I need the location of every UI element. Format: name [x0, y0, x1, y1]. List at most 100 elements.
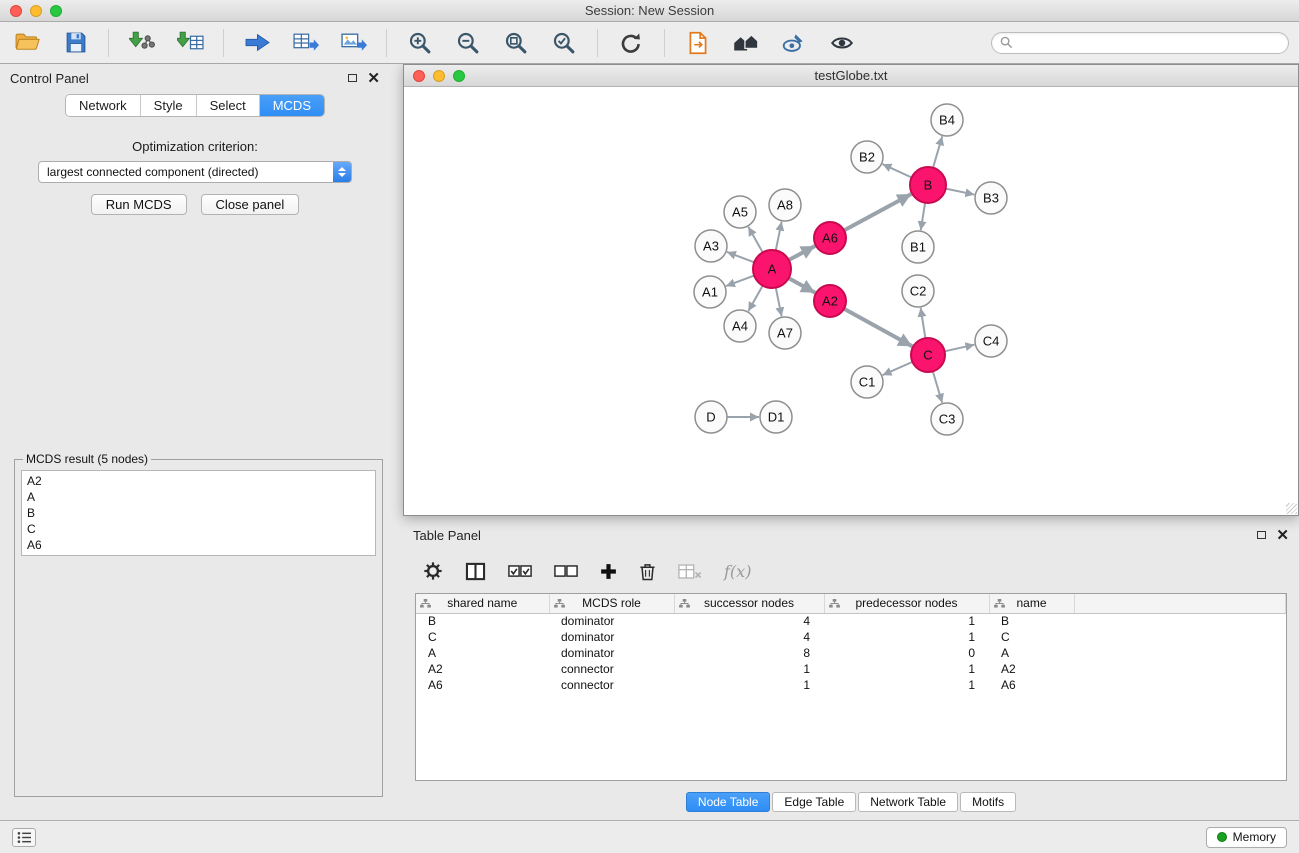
edge-B-B1[interactable]	[921, 203, 925, 230]
select-column-icon[interactable]	[465, 562, 486, 581]
table-cell[interactable]: dominator	[549, 645, 674, 661]
deselect-all-icon[interactable]	[554, 565, 578, 578]
mcds-result-item[interactable]: B	[27, 505, 370, 521]
edge-B-B3[interactable]	[946, 189, 975, 195]
table-cell[interactable]: A2	[989, 661, 1074, 677]
table-row[interactable]: A6connector11A6	[416, 677, 1286, 693]
tab-mcds[interactable]: MCDS	[260, 95, 324, 116]
tab-node-table[interactable]: Node Table	[686, 792, 771, 812]
table-cell[interactable]: 1	[824, 613, 989, 629]
edge-B-B4[interactable]	[933, 136, 942, 167]
table-cell[interactable]: 1	[824, 677, 989, 693]
refresh-layout-icon[interactable]	[614, 27, 648, 59]
add-column-plus-icon[interactable]	[600, 563, 617, 580]
table-cell[interactable]: dominator	[549, 629, 674, 645]
column-header-successor-nodes[interactable]: successor nodes	[674, 594, 824, 613]
select-all-icon[interactable]	[508, 565, 532, 578]
edge-C-C2[interactable]	[921, 308, 926, 338]
edge-C-C4[interactable]	[945, 345, 975, 352]
network-canvas[interactable]: AA6A2BCA1A3A4A5A7A8B1B2B3B4C1C2C3C4DD1	[404, 87, 1298, 515]
table-close-icon[interactable]: ✕	[1276, 528, 1289, 543]
maximize-window-button[interactable]	[50, 5, 62, 17]
edge-A-A2[interactable]	[789, 278, 815, 293]
edge-A-A4[interactable]	[748, 286, 762, 312]
table-cell[interactable]: A	[989, 645, 1074, 661]
import-network-icon[interactable]	[125, 27, 159, 59]
criterion-dropdown[interactable]: largest connected component (directed)	[38, 161, 352, 183]
zoom-fit-icon[interactable]	[499, 27, 533, 59]
run-mcds-button[interactable]: Run MCDS	[91, 194, 187, 215]
table-cell[interactable]: A	[416, 645, 549, 661]
zoom-in-icon[interactable]	[403, 27, 437, 59]
task-history-button[interactable]	[12, 828, 36, 847]
table-row[interactable]: Adominator80A	[416, 645, 1286, 661]
table-cell[interactable]: 4	[674, 613, 824, 629]
column-header-predecessor-nodes[interactable]: predecessor nodes	[824, 594, 989, 613]
table-float-icon[interactable]	[1257, 531, 1266, 539]
edge-B-B2[interactable]	[882, 164, 911, 177]
table-cell[interactable]: A6	[989, 677, 1074, 693]
export-image-icon[interactable]	[336, 27, 370, 59]
network-maximize-button[interactable]	[453, 70, 465, 82]
table-cell[interactable]: C	[416, 629, 549, 645]
style-eye-icon[interactable]	[777, 27, 811, 59]
zoom-out-icon[interactable]	[451, 27, 485, 59]
show-graphics-eye-icon[interactable]	[825, 27, 859, 59]
save-session-icon[interactable]	[58, 27, 92, 59]
table-row[interactable]: Cdominator41C	[416, 629, 1286, 645]
memory-button[interactable]: Memory	[1206, 827, 1287, 848]
open-session-icon[interactable]	[10, 27, 44, 59]
edge-A-A3[interactable]	[727, 252, 754, 262]
tab-network-table[interactable]: Network Table	[858, 792, 958, 812]
minimize-window-button[interactable]	[30, 5, 42, 17]
table-cell[interactable]: dominator	[549, 613, 674, 629]
table-cell[interactable]: connector	[549, 677, 674, 693]
edge-A2-C[interactable]	[844, 309, 912, 347]
tab-edge-table[interactable]: Edge Table	[772, 792, 856, 812]
float-panel-icon[interactable]	[348, 74, 357, 82]
table-settings-gear-icon[interactable]	[423, 561, 443, 581]
edge-A-A6[interactable]	[789, 246, 815, 260]
table-row[interactable]: A2connector11A2	[416, 661, 1286, 677]
table-cell[interactable]: B	[989, 613, 1074, 629]
export-network-icon[interactable]	[240, 27, 274, 59]
table-cell[interactable]: A2	[416, 661, 549, 677]
table-cell[interactable]: 8	[674, 645, 824, 661]
dropdown-stepper-icon[interactable]	[333, 162, 351, 182]
network-close-button[interactable]	[413, 70, 425, 82]
table-cell[interactable]: connector	[549, 661, 674, 677]
table-cell[interactable]: A6	[416, 677, 549, 693]
table-cell[interactable]: 1	[674, 661, 824, 677]
open-session-doc-icon[interactable]	[681, 27, 715, 59]
mcds-result-item[interactable]: A2	[27, 473, 370, 489]
zoom-selected-icon[interactable]	[547, 27, 581, 59]
tab-network[interactable]: Network	[66, 95, 141, 116]
column-header-shared-name[interactable]: shared name	[416, 594, 549, 613]
table-row[interactable]: Bdominator41B	[416, 613, 1286, 629]
tab-style[interactable]: Style	[141, 95, 197, 116]
delete-column-trash-icon[interactable]	[639, 562, 656, 581]
column-header-name[interactable]: name	[989, 594, 1074, 613]
import-table-icon[interactable]	[173, 27, 207, 59]
column-header-mcds-role[interactable]: MCDS role	[549, 594, 674, 613]
mcds-result-item[interactable]: A	[27, 489, 370, 505]
home-view-icon[interactable]	[729, 27, 763, 59]
network-graph[interactable]: AA6A2BCA1A3A4A5A7A8B1B2B3B4C1C2C3C4DD1	[404, 87, 1298, 515]
tab-motifs[interactable]: Motifs	[960, 792, 1016, 812]
close-window-button[interactable]	[10, 5, 22, 17]
mcds-result-item[interactable]: C	[27, 521, 370, 537]
search-input[interactable]	[1018, 36, 1280, 50]
table-cell[interactable]: 0	[824, 645, 989, 661]
table-cell[interactable]: B	[416, 613, 549, 629]
resize-grip[interactable]	[1286, 503, 1297, 514]
edge-C-C1[interactable]	[883, 362, 913, 375]
table-cell[interactable]: 4	[674, 629, 824, 645]
tab-select[interactable]: Select	[197, 95, 260, 116]
table-cell[interactable]: C	[989, 629, 1074, 645]
table-cell[interactable]: 1	[674, 677, 824, 693]
close-panel-button[interactable]: Close panel	[201, 194, 300, 215]
edge-C-C3[interactable]	[933, 371, 942, 402]
table-cell[interactable]: 1	[824, 629, 989, 645]
edge-A-A8[interactable]	[776, 222, 782, 251]
edge-A-A1[interactable]	[726, 276, 754, 286]
